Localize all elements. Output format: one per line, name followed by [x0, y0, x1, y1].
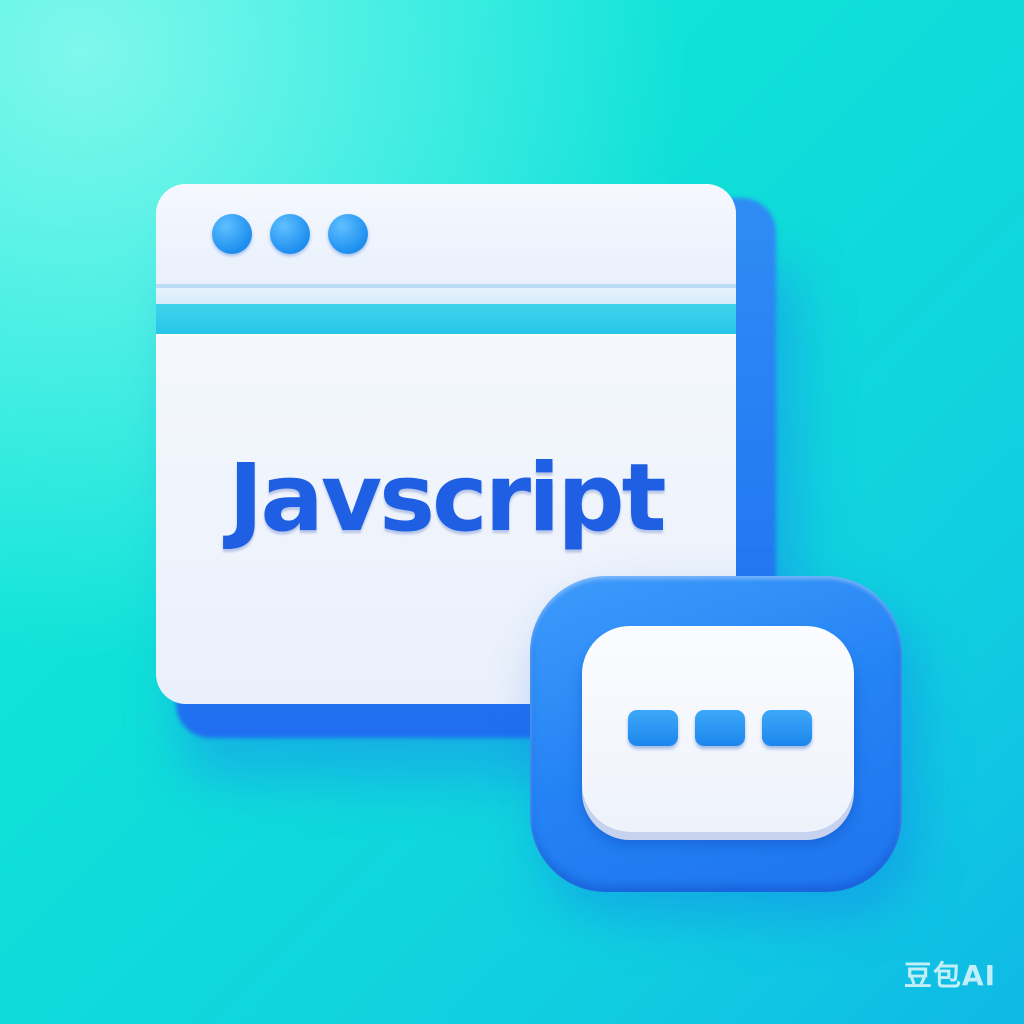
window-control-dot-icon	[212, 214, 252, 254]
more-options-panel	[582, 626, 854, 832]
address-bar-light	[156, 288, 736, 304]
headline-text: Javscript	[228, 444, 666, 553]
watermark-text: 豆包AI	[903, 959, 996, 992]
more-dot-icon	[628, 710, 678, 746]
more-options-badge	[530, 576, 902, 892]
app-icon-canvas: Javscript 豆包AI	[0, 0, 1024, 1024]
window-titlebar	[156, 184, 736, 284]
more-dot-icon	[762, 710, 812, 746]
window-control-dot-icon	[270, 214, 310, 254]
more-dot-icon	[695, 710, 745, 746]
address-bar-stripe	[156, 304, 736, 334]
window-control-dot-icon	[328, 214, 368, 254]
